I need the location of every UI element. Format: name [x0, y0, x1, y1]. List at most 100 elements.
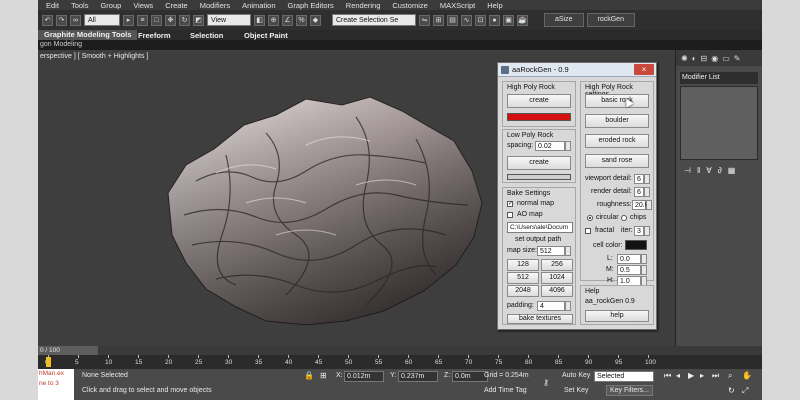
ref-coord-dropdown[interactable]: View [207, 14, 251, 26]
size-512-button[interactable]: 512 [507, 272, 539, 284]
current-frame-marker[interactable] [46, 357, 51, 367]
viewport-detail-arrows[interactable] [644, 174, 650, 184]
z-coordinate-field[interactable]: 0.0m [452, 371, 488, 382]
render-icon[interactable]: ☕ [517, 14, 528, 26]
map-size-spinner[interactable]: 512 [537, 246, 565, 256]
snap-icon[interactable]: ⊕ [268, 14, 279, 26]
padding-spinner-arrows[interactable] [565, 301, 571, 311]
motion-tab-icon[interactable]: ◉ [711, 54, 718, 63]
chips-radio[interactable] [621, 215, 627, 221]
low-poly-create-button[interactable]: create [507, 156, 571, 170]
ao-map-checkbox[interactable] [507, 212, 513, 218]
named-selection-dropdown[interactable]: Create Selection Se [332, 14, 416, 26]
utilities-tab-icon[interactable]: ✎ [734, 54, 741, 63]
menu-animation[interactable]: Animation [242, 1, 275, 10]
zoom-icon[interactable]: ⌕ [728, 371, 732, 381]
modifier-list-dropdown[interactable]: Modifier List [680, 72, 758, 84]
add-time-tag[interactable]: Add Time Tag [484, 387, 527, 394]
close-icon[interactable]: × [634, 64, 654, 75]
goto-end-icon[interactable]: ⏭ [712, 371, 719, 381]
output-path-field[interactable]: C:\Users\ale\Docum [507, 222, 573, 233]
set-output-path-link[interactable]: set output path [515, 236, 561, 243]
menu-graph-editors[interactable]: Graph Editors [288, 1, 334, 10]
size-128-button[interactable]: 128 [507, 259, 539, 271]
select-object-icon[interactable]: ▸ [123, 14, 134, 26]
eroded-rock-button[interactable]: eroded rock [585, 134, 649, 148]
set-key-label[interactable]: Set Key [564, 387, 589, 394]
selection-filter-dropdown[interactable]: All [84, 14, 120, 26]
roughness-spinner[interactable]: 20.0 [632, 200, 649, 210]
polygon-modeling-panel[interactable]: gon Modeling [38, 40, 762, 50]
angle-snap-icon[interactable]: ∠ [282, 14, 293, 26]
render-setup-icon[interactable]: ▣ [503, 14, 514, 26]
help-button[interactable]: help [585, 310, 649, 322]
mirror-icon[interactable]: ⇋ [419, 14, 430, 26]
menu-help[interactable]: Help [487, 1, 502, 10]
auto-key-label[interactable]: Auto Key [562, 372, 590, 379]
prev-frame-icon[interactable]: ◂ [676, 371, 680, 380]
tab-selection[interactable]: Selection [190, 31, 223, 40]
l-arrows[interactable] [641, 254, 647, 264]
key-mode-dropdown[interactable]: Selected [594, 371, 654, 382]
render-detail-spinner[interactable]: 6 [634, 187, 644, 197]
menu-tools[interactable]: Tools [71, 1, 89, 10]
tab-object-paint[interactable]: Object Paint [244, 31, 288, 40]
spacing-spinner-arrows[interactable] [565, 141, 571, 151]
padding-spinner[interactable]: 4 [537, 301, 565, 311]
menu-customize[interactable]: Customize [392, 1, 427, 10]
viewport-label[interactable]: erspective ] [ Smooth + Highlights ] [40, 53, 148, 60]
iter-arrows[interactable] [644, 226, 650, 236]
dialog-titlebar[interactable]: aaRockGen - 0.9 × [498, 63, 656, 77]
pivot-icon[interactable]: ◧ [254, 14, 265, 26]
hierarchy-tab-icon[interactable]: ⊟ [701, 54, 708, 63]
tab-graphite-modeling-tools[interactable]: Graphite Modeling Tools [38, 30, 138, 40]
next-frame-icon[interactable]: ▸ [700, 371, 704, 380]
undo-icon[interactable]: ↶ [42, 14, 53, 26]
curve-editor-icon[interactable]: ∿ [461, 14, 472, 26]
high-poly-color-swatch[interactable] [507, 113, 571, 121]
cell-color-swatch[interactable] [625, 240, 647, 250]
l-spinner[interactable]: 0.0 [617, 254, 641, 264]
maxscript-listener[interactable]: hMan.ex ne to 3 [38, 369, 74, 400]
orbit-icon[interactable]: ↻ [728, 386, 735, 395]
percent-snap-icon[interactable]: % [296, 14, 307, 26]
iter-spinner[interactable]: 3 [634, 226, 644, 236]
modifier-stack[interactable] [680, 86, 758, 160]
redo-icon[interactable]: ↷ [56, 14, 67, 26]
menu-edit[interactable]: Edit [46, 1, 59, 10]
size-2048-button[interactable]: 2048 [507, 285, 539, 297]
scale-icon[interactable]: ◩ [193, 14, 204, 26]
asize-button[interactable]: aSize [544, 13, 584, 27]
rect-select-icon[interactable]: □ [151, 14, 162, 26]
sand-rose-button[interactable]: sand rose [585, 154, 649, 168]
basic-rock-button[interactable]: basic rock [585, 94, 649, 108]
lock-selection-icon[interactable]: 🔒 [304, 371, 314, 380]
schematic-icon[interactable]: ⊡ [475, 14, 486, 26]
x-coordinate-field[interactable]: 0.012m [344, 371, 384, 382]
make-unique-icon[interactable]: ∀ [706, 166, 711, 175]
normal-map-checkbox[interactable]: ✓ [507, 201, 513, 207]
maximize-viewport-icon[interactable]: ⤢ [742, 386, 748, 396]
rockgen-button[interactable]: rockGen [586, 13, 635, 27]
size-4096-button[interactable]: 4096 [541, 285, 573, 297]
key-icon[interactable]: ⚷ [543, 378, 549, 387]
fractal-checkbox[interactable] [585, 228, 591, 234]
menu-create[interactable]: Create [165, 1, 188, 10]
rotate-icon[interactable]: ↻ [179, 14, 190, 26]
menu-modifiers[interactable]: Modifiers [200, 1, 230, 10]
configure-sets-icon[interactable]: ▦ [728, 166, 736, 175]
size-1024-button[interactable]: 1024 [541, 272, 573, 284]
menu-maxscript[interactable]: MAXScript [440, 1, 475, 10]
move-icon[interactable]: ✥ [165, 14, 176, 26]
link-icon[interactable]: ∞ [70, 14, 81, 26]
y-coordinate-field[interactable]: 0.237m [398, 371, 438, 382]
layer-icon[interactable]: ▤ [447, 14, 458, 26]
tab-freeform[interactable]: Freeform [138, 31, 171, 40]
map-size-spinner-arrows[interactable] [565, 246, 571, 256]
show-end-result-icon[interactable]: ‖ [697, 166, 700, 175]
viewport-detail-spinner[interactable]: 6 [634, 174, 644, 184]
time-slider-thumb[interactable]: 0 / 100 [38, 346, 98, 355]
bake-textures-button[interactable]: bake textures [507, 314, 573, 324]
render-detail-arrows[interactable] [644, 187, 650, 197]
pin-stack-icon[interactable]: ⊣ [684, 166, 691, 175]
